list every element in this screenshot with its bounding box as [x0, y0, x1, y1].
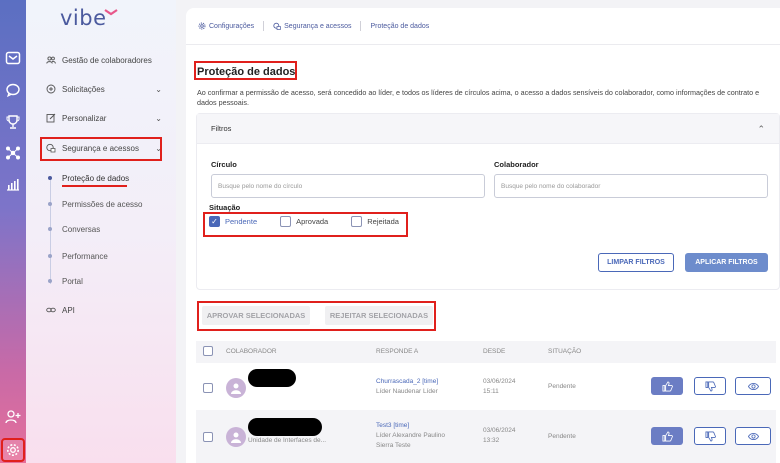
eye-icon [747, 382, 759, 390]
menu-item-label: Personalizar [62, 113, 107, 123]
table-row: Unidade de Interfaces de... Test3 [time]… [196, 410, 776, 463]
avatar [226, 427, 246, 447]
network-icon[interactable] [3, 143, 23, 163]
approve-button[interactable] [651, 377, 683, 395]
plus-circle-icon [46, 84, 56, 94]
view-button[interactable] [735, 427, 771, 445]
highlight-bulk-actions [197, 301, 436, 331]
menu-item-label: Solicitações [62, 84, 105, 94]
menu-item-api[interactable]: API [46, 302, 162, 318]
thumbs-up-icon [662, 431, 673, 441]
bar-chart-icon[interactable] [3, 174, 23, 194]
logo-mark-icon [104, 9, 118, 16]
vibe-logo: vibe [60, 6, 107, 30]
sub-item-conversas[interactable]: Conversas [48, 222, 100, 236]
icon-rail [0, 0, 26, 463]
chat-icon[interactable] [3, 80, 23, 100]
chevron-up-icon[interactable]: ⌃ [757, 124, 765, 135]
status-label: Situação [209, 203, 241, 212]
redacted-name [248, 418, 322, 436]
reject-button[interactable] [694, 377, 726, 395]
eye-icon [747, 432, 759, 440]
table-row: Churrascada_2 [time] Líder Naudenar Líde… [196, 363, 776, 413]
menu-item-personalizar[interactable]: Personalizar ⌄ [46, 110, 162, 126]
edit-icon [46, 113, 56, 123]
chevron-down-icon: ⌄ [155, 113, 162, 123]
sub-item-label: Proteção de dados [62, 173, 130, 183]
menu-item-label: API [62, 305, 75, 315]
settings-gear-icon[interactable] [1, 438, 25, 462]
add-user-icon[interactable] [3, 407, 23, 427]
users-icon [46, 55, 56, 65]
view-button[interactable] [735, 377, 771, 395]
security-icon [273, 22, 281, 30]
highlight-situacao [203, 212, 408, 237]
circle-search-input[interactable]: Busque pelo nome do círculo [211, 174, 485, 198]
sub-item-permissoes[interactable]: Permissões de acesso [48, 197, 142, 211]
row-checkbox[interactable] [203, 383, 213, 393]
reject-button[interactable] [694, 427, 726, 445]
sub-item-label: Conversas [62, 224, 101, 234]
collab-search-input[interactable]: Busque pelo nome do colaborador [494, 174, 768, 198]
chevron-down-icon: ⌄ [155, 84, 162, 94]
redacted-name [248, 369, 296, 387]
user-icon [231, 383, 241, 394]
user-icon [231, 432, 241, 443]
sub-item-label: Permissões de acesso [62, 199, 143, 209]
sidebar-menu: vibe Gestão de colaboradores Solicitaçõe… [26, 0, 176, 463]
sub-item-performance[interactable]: Performance [48, 249, 108, 263]
circle-label: Círculo [211, 160, 237, 169]
breadcrumb: Configurações Segurança e acessos Proteç… [198, 21, 429, 31]
highlight-title [194, 61, 297, 80]
thumbs-down-icon [705, 431, 716, 441]
breadcrumb-protecao: Proteção de dados [370, 22, 430, 30]
sub-item-label: Performance [62, 251, 108, 261]
row-checkbox[interactable] [203, 432, 213, 442]
filters-panel: Filtros ⌃ Círculo Busque pelo nome do cí… [196, 113, 780, 290]
filters-header[interactable]: Filtros ⌃ [197, 114, 779, 144]
link-icon [46, 305, 56, 315]
breadcrumb-configuracoes[interactable]: Configurações [198, 22, 254, 30]
table-header: COLABORADOR RESPONDE A DESDE SITUAÇÃO [196, 341, 776, 363]
collab-label: Colaborador [494, 160, 539, 169]
select-all-checkbox[interactable] [203, 346, 213, 356]
highlight-seguranca [40, 137, 162, 161]
menu-item-gestao[interactable]: Gestão de colaboradores [46, 52, 162, 68]
thumbs-up-icon [662, 381, 673, 391]
clear-filters-button[interactable]: LIMPAR FILTROS [598, 253, 674, 272]
sub-item-label: Portal [62, 276, 83, 286]
apply-filters-button[interactable]: APLICAR FILTROS [685, 253, 768, 272]
sub-item-protecao[interactable]: Proteção de dados [48, 171, 129, 185]
page-description: Ao confirmar a permissão de acesso, será… [197, 88, 760, 107]
breadcrumb-seguranca[interactable]: Segurança e acessos [273, 22, 351, 30]
gear-icon [198, 22, 206, 30]
menu-item-solicitacoes[interactable]: Solicitações ⌄ [46, 81, 162, 97]
active-underline [62, 185, 127, 187]
main-panel: Configurações Segurança e acessos Proteç… [186, 8, 780, 463]
thumbs-down-icon [705, 381, 716, 391]
trophy-icon[interactable] [3, 112, 23, 132]
sub-item-portal[interactable]: Portal [48, 274, 83, 288]
approve-button[interactable] [651, 427, 683, 445]
avatar [226, 378, 246, 398]
inbox-icon[interactable] [3, 48, 23, 68]
menu-item-label: Gestão de colaboradores [62, 55, 152, 65]
